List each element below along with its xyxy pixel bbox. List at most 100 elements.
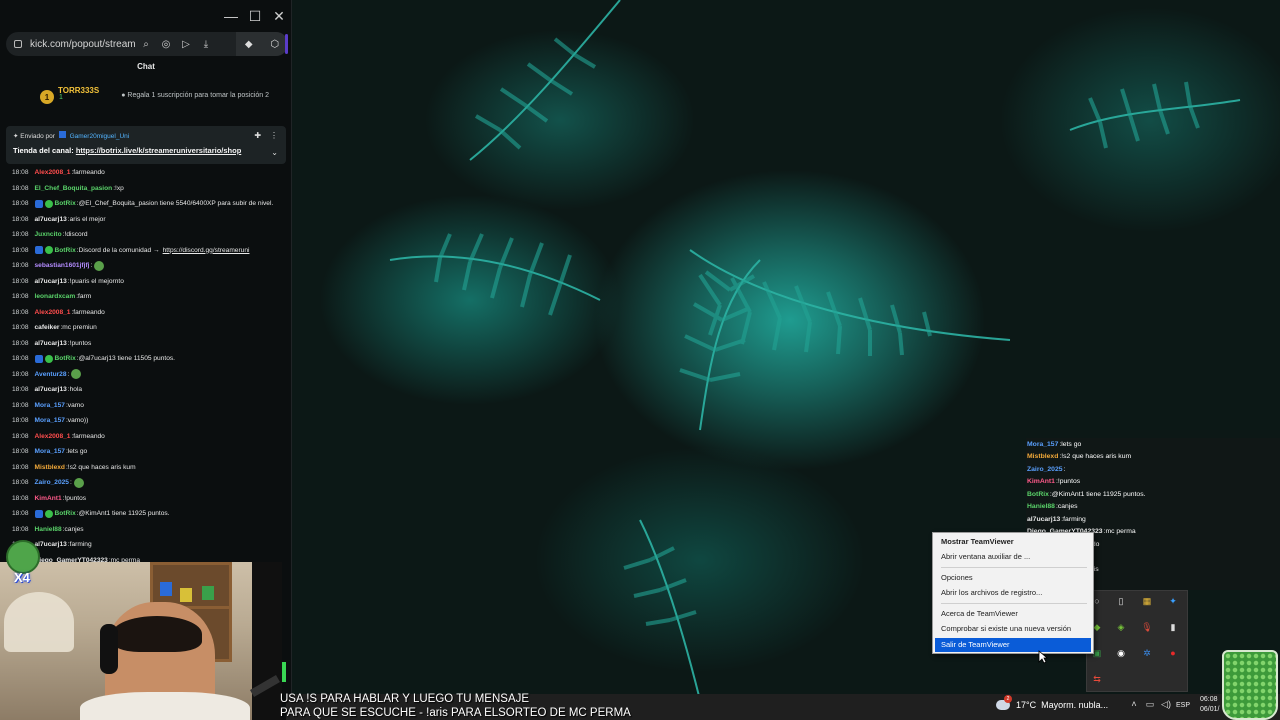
overlay-chat-message: Zairo_2025 : xyxy=(1026,463,1280,476)
cup-overlay xyxy=(1222,650,1278,720)
pinned-message[interactable]: ✦ Enviado por Gamer20miguel_Uni Tienda d… xyxy=(6,126,286,164)
chat-message: 18:08 Alex2008_1: farmeando xyxy=(12,165,288,181)
menu-item-show-teamviewer[interactable]: Mostrar TeamViewer xyxy=(935,535,1091,549)
message-username[interactable]: BotRix xyxy=(55,247,76,254)
maximize-button[interactable]: ☐ xyxy=(243,8,267,25)
pin-icon[interactable]: ✚ xyxy=(254,131,261,140)
message-time: 18:08 xyxy=(12,169,29,177)
menu-item-exit[interactable]: Salir de TeamViewer xyxy=(935,638,1091,652)
pinned-link[interactable]: https://botrix.live/k/streameruniversita… xyxy=(76,146,241,155)
chat-message: 18:08 cafeiker: mc premiun xyxy=(12,320,288,336)
overlay-text: lets go xyxy=(1061,440,1082,448)
menu-item-options[interactable]: Opciones xyxy=(935,571,1091,585)
menu-item-log-files[interactable]: Abrir los archivos de registro... xyxy=(935,586,1091,600)
message-username[interactable]: Alex2008_1 xyxy=(35,309,71,316)
extension-cube-icon[interactable]: ⬡ xyxy=(270,39,279,50)
tray-mic-icon[interactable]: ▮ xyxy=(1167,621,1179,633)
verified-badge-icon xyxy=(44,246,53,255)
language-indicator[interactable]: ESP xyxy=(1176,702,1190,709)
chat-message: 18:08 BotRix: @El_Chef_Boquita_pasion tie… xyxy=(12,196,288,212)
network-icon[interactable]: ▭ xyxy=(1142,699,1158,710)
lock-icon xyxy=(14,40,22,48)
menu-item-about[interactable]: Acerca de TeamViewer xyxy=(935,607,1091,621)
volume-icon[interactable]: ◁) xyxy=(1158,699,1174,710)
tray-bluetooth-icon[interactable]: ✦ xyxy=(1167,595,1179,607)
message-username[interactable]: El_Chef_Boquita_pasion xyxy=(35,185,113,192)
chat-message: 18:08 Mora_157: lets go xyxy=(12,444,288,460)
message-username[interactable]: BotRix xyxy=(55,200,76,207)
tray-record-icon[interactable]: ● xyxy=(1167,647,1179,659)
chat-message: 18:08 al7ucarj13: !puaris el mejornto xyxy=(12,274,288,290)
verified-badge-icon xyxy=(44,509,53,518)
chat-message: 18:08 BotRix: @KimAnt1 tiene 11925 puntos… xyxy=(12,506,288,522)
shelf-item xyxy=(180,588,192,602)
message-username[interactable]: Juxncito xyxy=(35,231,62,238)
overlay-text: @KimAnt1 tiene 11925 puntos. xyxy=(1051,490,1146,498)
chevron-up-icon[interactable]: ˄ xyxy=(1126,699,1142,710)
clock[interactable]: 06:08 06/01/ xyxy=(1200,695,1219,715)
menu-item-aux-window[interactable]: Abrir ventana auxiliar de ... xyxy=(935,550,1091,564)
chat-message: 18:08 KimAnt1: !puntos xyxy=(12,491,288,507)
message-username[interactable]: Mora_157 xyxy=(35,417,65,424)
message-username[interactable]: cafeiker xyxy=(35,324,60,331)
chat-messages: 18:08 Alex2008_1: farmeando 18:08 El_Chef_B… xyxy=(12,165,288,568)
message-time: 18:08 xyxy=(12,386,29,394)
multiplier-label: X4 xyxy=(14,570,30,585)
weather-widget[interactable]: 2 17°C Mayorm. nubla... xyxy=(996,695,1108,710)
close-button[interactable]: ✕ xyxy=(267,8,291,25)
message-username[interactable]: sebastian1601jfjfj xyxy=(35,262,90,269)
message-username[interactable]: Mora_157 xyxy=(35,402,65,409)
tray-mic-muted-icon[interactable]: 🎙 xyxy=(1141,621,1153,633)
search-icon[interactable]: ⌕ xyxy=(136,39,156,50)
message-username[interactable]: leonardxcam xyxy=(35,293,76,300)
message-username[interactable]: KimAnt1 xyxy=(35,495,62,502)
pinned-text: Tienda del canal: https://botrix.live/k/… xyxy=(13,146,279,155)
message-username[interactable]: Alex2008_1 xyxy=(35,169,71,176)
message-time: 18:08 xyxy=(12,417,29,425)
tray-app-icon[interactable]: ▦ xyxy=(1141,595,1153,607)
tray-settings-icon[interactable]: ✲ xyxy=(1141,647,1153,659)
tray-discord-icon[interactable]: ◉ xyxy=(1115,647,1127,659)
minimize-button[interactable]: — xyxy=(219,8,243,24)
message-text: farmeando xyxy=(73,308,105,316)
chevron-down-icon[interactable]: ⌄ xyxy=(271,148,278,157)
tray-gpu-icon[interactable]: ◈ xyxy=(1115,621,1127,633)
message-username[interactable]: Mora_157 xyxy=(35,448,65,455)
overlay-text: mc perma xyxy=(1105,528,1136,536)
message-text: !puntos xyxy=(69,339,92,347)
message-link[interactable]: https://discord.gg/streameruni xyxy=(163,247,250,254)
message-username[interactable]: Aventur28 xyxy=(35,371,67,378)
top-gifter[interactable]: 1 TORR333S 1 ● Regala 1 suscripción para… xyxy=(40,86,269,104)
message-username[interactable]: BotRix xyxy=(55,510,76,517)
address-bar[interactable]: kick.com/popout/streamer ⌕ ◎ ▷ ⤓ ◆ ⬡ xyxy=(6,32,288,56)
extension-diamond-icon[interactable]: ◆ xyxy=(245,39,253,50)
teamviewer-context-menu: Mostrar TeamViewer Abrir ventana auxilia… xyxy=(932,532,1094,654)
overlay-chat-message: Haniel88 : canjes xyxy=(1026,501,1280,514)
message-username[interactable]: Zairo_2025 xyxy=(35,479,69,486)
download-icon[interactable]: ⤓ xyxy=(196,39,216,50)
chat-message: 18:08 Mora_157: vamo)) xyxy=(12,413,288,429)
message-username[interactable]: al7ucarj13 xyxy=(35,340,67,347)
message-username[interactable]: Mistblexd xyxy=(35,464,65,471)
sent-by-user[interactable]: Gamer20miguel_Uni xyxy=(70,133,130,140)
message-text: @El_Chef_Boquita_pasion tiene 5540/6400X… xyxy=(78,200,274,208)
menu-item-check-updates[interactable]: Comprobar si existe una nueva versión xyxy=(935,622,1091,636)
message-username[interactable]: al7ucarj13 xyxy=(35,541,67,548)
message-username[interactable]: al7ucarj13 xyxy=(35,386,67,393)
system-tray: ˄ ▭ ◁) xyxy=(1126,699,1174,710)
colon-separator: : xyxy=(69,479,72,487)
message-time: 18:08 xyxy=(12,432,29,440)
message-username[interactable]: BotRix xyxy=(55,355,76,362)
message-username[interactable]: Alex2008_1 xyxy=(35,433,71,440)
message-username[interactable]: al7ucarj13 xyxy=(35,216,67,223)
message-time: 18:08 xyxy=(12,401,29,409)
tray-usb-icon[interactable]: ▯ xyxy=(1115,595,1127,607)
message-username[interactable]: al7ucarj13 xyxy=(35,278,67,285)
url-text[interactable]: kick.com/popout/streamer xyxy=(30,39,136,50)
tray-teamviewer-icon[interactable]: ⇆ xyxy=(1091,673,1103,685)
rank-medal-icon: 1 xyxy=(40,90,54,104)
more-options-icon[interactable]: ⋮ xyxy=(270,131,278,140)
send-icon[interactable]: ▷ xyxy=(176,39,196,50)
shield-icon[interactable]: ◎ xyxy=(156,39,176,50)
message-username[interactable]: Haniel88 xyxy=(35,526,62,533)
